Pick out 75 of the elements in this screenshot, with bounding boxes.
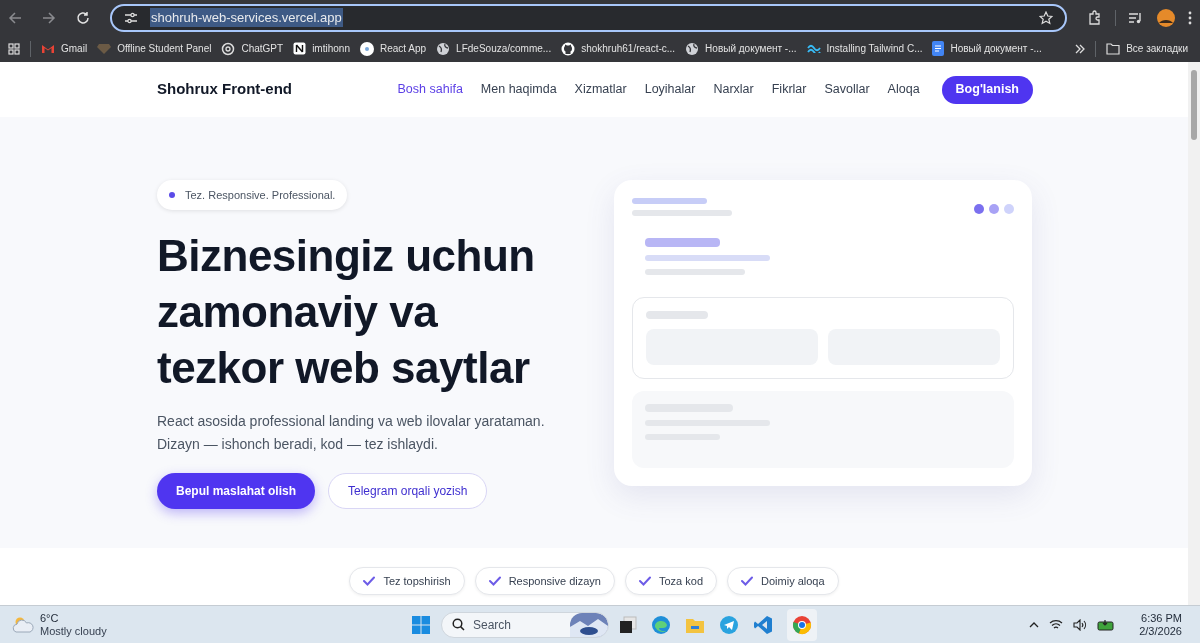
contact-button[interactable]: Bog'lanish (941, 75, 1033, 104)
bookmark[interactable]: React App (359, 41, 427, 56)
nav-link[interactable]: Fikrlar (771, 80, 807, 99)
bookmark[interactable]: Offline Student Panel (97, 41, 212, 56)
knot-icon (221, 41, 236, 56)
check-icon (363, 576, 376, 586)
notion-icon (293, 42, 307, 55)
feature-chip: Responsive dizayn (474, 567, 615, 595)
chevron-double-icon[interactable] (1075, 43, 1086, 54)
media-icon[interactable] (1128, 10, 1144, 25)
site-settings-icon[interactable] (124, 11, 138, 24)
back-icon[interactable] (8, 10, 22, 25)
extensions-icon[interactable] (1087, 9, 1103, 26)
nav-link[interactable]: Bosh sahifa (397, 80, 463, 99)
bookmark[interactable]: shokhruh61/react-c... (561, 41, 676, 56)
url-text: shohruh-web-services.vercel.app (150, 7, 343, 28)
nav-link[interactable]: Men haqimda (480, 80, 557, 99)
taskbar-app[interactable] (787, 608, 817, 641)
code-editor-icon[interactable] (753, 614, 773, 635)
nav-link[interactable]: Savollar (824, 80, 870, 99)
menu-icon[interactable] (1188, 10, 1192, 25)
bookmark[interactable]: Новый документ -... (932, 41, 1042, 56)
all-bookmarks[interactable]: Все закладки (1106, 41, 1192, 56)
taskbar-search[interactable]: Search (441, 611, 609, 638)
clock-time[interactable]: 6:36 PM (1141, 611, 1182, 625)
clock-date[interactable]: 2/3/2026 (1139, 624, 1182, 638)
apps-grid-icon[interactable] (8, 42, 20, 55)
hero-subtitle: React asosida professional landing va web ilovalar yarataman. Dizayn — ishonch beradi, kod — tez ishlaydi. (157, 412, 546, 454)
nav-link[interactable]: Xizmatlar (574, 80, 627, 99)
consultation-button[interactable]: Bepul maslahat olish (157, 473, 316, 509)
paper-plane-icon[interactable] (719, 614, 739, 635)
speaker-icon[interactable] (1073, 618, 1088, 631)
wave-icon (806, 44, 821, 53)
chrome-icon (792, 614, 812, 635)
address-bar[interactable]: shohruh-web-services.vercel.app (110, 3, 1067, 32)
scrollbar[interactable] (1188, 62, 1200, 605)
bookmark[interactable]: Новый документ -... (685, 41, 797, 56)
edge-icon[interactable] (651, 614, 671, 635)
check-icon (639, 576, 651, 586)
avatar-icon[interactable] (1156, 7, 1176, 28)
wifi-icon[interactable] (1049, 619, 1064, 630)
reload-icon[interactable] (76, 10, 90, 25)
check-icon (741, 576, 753, 586)
github-icon (561, 41, 576, 56)
nav-link[interactable]: Aloqa (887, 80, 920, 99)
feature-chip: Doimiy aloqa (727, 567, 839, 595)
weather-widget[interactable]: 6°C Mostly cloudy (12, 611, 372, 638)
nav-link[interactable]: Narxlar (713, 80, 754, 99)
chevron-up-icon[interactable] (1029, 621, 1040, 628)
folder-icon (1106, 42, 1121, 55)
check-icon (488, 576, 501, 586)
globe-icon (685, 41, 700, 56)
bookmark[interactable]: LFdeSouza/comme... (436, 41, 552, 56)
battery-icon[interactable] (1097, 618, 1116, 631)
bookmark[interactable]: imtihonn (293, 41, 350, 56)
star-icon[interactable] (1039, 10, 1053, 25)
mail-icon (41, 43, 55, 54)
search-icon (452, 618, 465, 631)
document-icon (932, 41, 945, 56)
nav-link[interactable]: Loyihalar (644, 80, 696, 99)
feature-chip: Tez topshirish (349, 567, 465, 595)
tagline-badge: Tez. Responsive. Professional. (157, 180, 348, 210)
telegram-button[interactable]: Telegram orqali yozish (328, 473, 488, 509)
forward-icon[interactable] (42, 10, 56, 25)
cloud-sun-icon (12, 615, 34, 634)
task-view-icon[interactable] (619, 615, 637, 634)
diamond-icon (97, 43, 112, 54)
brand-name[interactable]: Shohrux Front-end (157, 78, 292, 101)
windows-start-icon[interactable] (411, 614, 431, 635)
bookmark[interactable]: Installing Tailwind C... (806, 41, 923, 56)
globe-icon (436, 41, 451, 56)
bookmark[interactable]: Gmail (41, 41, 88, 56)
feature-chip: Toza kod (625, 567, 717, 595)
hero-heading: Biznesingiz uchun zamonaviy va tezkor web saytlar (157, 230, 536, 394)
bookmark[interactable]: ChatGPT (221, 41, 284, 56)
